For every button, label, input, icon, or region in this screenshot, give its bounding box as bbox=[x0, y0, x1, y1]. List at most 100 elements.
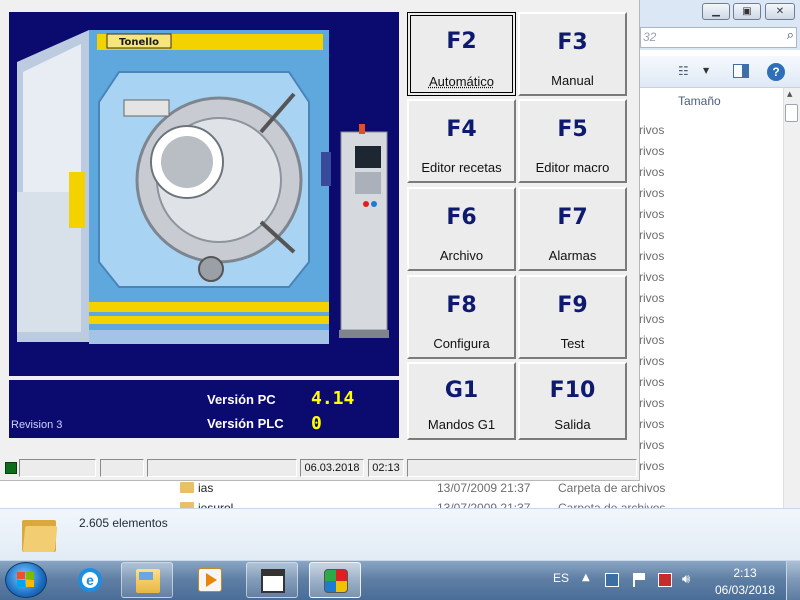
taskbar-media-player[interactable] bbox=[184, 562, 236, 598]
taskbar-file-explorer[interactable] bbox=[121, 562, 173, 598]
minimize-button[interactable]: ▁ bbox=[702, 3, 730, 20]
item-count: 2.605 elementos bbox=[79, 516, 168, 530]
button-label: Test bbox=[560, 336, 585, 351]
search-input[interactable]: 32 bbox=[640, 27, 797, 48]
f6-archivo-button[interactable]: F6 Archivo bbox=[407, 187, 516, 271]
show-hidden-icons-arrow-icon[interactable]: ▲ bbox=[582, 572, 590, 583]
f3-manual-button[interactable]: F3 Manual bbox=[518, 12, 627, 96]
f5-editor-macro-button[interactable]: F5 Editor macro bbox=[518, 99, 627, 183]
file-type-cell: rivos bbox=[639, 333, 665, 347]
vertical-scrollbar[interactable] bbox=[783, 88, 800, 508]
version-plc-label: Versión PLC bbox=[207, 416, 284, 431]
button-label: Mandos G1 bbox=[427, 417, 496, 432]
file-type-cell: rivos bbox=[639, 417, 665, 431]
show-desktop-button[interactable] bbox=[786, 561, 800, 600]
search-icon[interactable]: ⌕ bbox=[787, 28, 794, 43]
machine-image: Tonello bbox=[9, 12, 399, 376]
button-key: F4 bbox=[446, 117, 477, 142]
status-time: 02:13 bbox=[368, 459, 404, 477]
button-key: F8 bbox=[446, 293, 477, 318]
button-label: Editor macro bbox=[535, 160, 610, 175]
status-cell-1 bbox=[19, 459, 96, 477]
file-type-cell: rivos bbox=[639, 459, 665, 473]
change-view-icon[interactable]: ☷ bbox=[678, 64, 689, 78]
status-cell-2 bbox=[100, 459, 144, 477]
revision-label: Revision 3 bbox=[11, 419, 63, 431]
button-label: Salida bbox=[554, 417, 591, 432]
status-date: 06.03.2018 bbox=[300, 459, 364, 477]
file-type-cell: rivos bbox=[639, 123, 665, 137]
button-key: F6 bbox=[446, 205, 477, 230]
file-type-cell: rivos bbox=[639, 249, 665, 263]
file-type-cell: rivos bbox=[639, 375, 665, 389]
file-type-cell: rivos bbox=[639, 228, 665, 242]
f9-test-button[interactable]: F9 Test bbox=[518, 275, 627, 359]
file-name: ias bbox=[198, 481, 214, 495]
scroll-thumb[interactable] bbox=[785, 104, 798, 122]
version-pc-value: 4.14 bbox=[311, 388, 355, 409]
f4-editor-recetas-button[interactable]: F4 Editor recetas bbox=[407, 99, 516, 183]
file-type-cell: rivos bbox=[639, 396, 665, 410]
button-label: Automático bbox=[428, 74, 495, 89]
file-type-cell: rivos bbox=[639, 186, 665, 200]
file-type: Carpeta de archivos bbox=[558, 481, 666, 495]
internet-explorer-icon: e bbox=[78, 568, 102, 592]
g1-mandos-button[interactable]: G1 Mandos G1 bbox=[407, 362, 516, 440]
f2-automatico-button[interactable]: F2 Automático bbox=[407, 12, 516, 96]
maximize-button[interactable]: ▣ bbox=[733, 3, 761, 20]
version-plc-value: 0 bbox=[311, 413, 322, 434]
file-type-cell: rivos bbox=[639, 144, 665, 158]
volume-icon[interactable]: 🔊︎ bbox=[682, 573, 696, 587]
status-cell-4 bbox=[407, 459, 637, 477]
chevron-down-icon[interactable]: ▼ bbox=[703, 66, 709, 75]
file-type-cell: rivos bbox=[639, 438, 665, 452]
button-key: F10 bbox=[549, 378, 596, 403]
start-button[interactable] bbox=[5, 562, 47, 598]
language-indicator[interactable]: ES bbox=[553, 571, 569, 585]
file-type-cell: rivos bbox=[639, 354, 665, 368]
status-bar: 06.03.2018 02:13 bbox=[2, 459, 638, 477]
file-row[interactable]: ias 13/07/2009 21:37 Carpeta de archivos bbox=[160, 479, 783, 499]
windows-logo-icon bbox=[17, 572, 35, 589]
scroll-up-arrow-icon[interactable]: ▲ bbox=[787, 90, 792, 98]
button-label: Archivo bbox=[439, 248, 484, 263]
button-key: G1 bbox=[444, 378, 479, 403]
clock-time[interactable]: 2:13 bbox=[705, 566, 785, 580]
taskbar-internet-explorer[interactable]: e bbox=[64, 562, 116, 598]
machine-brand-label: Tonello bbox=[119, 37, 159, 48]
f7-alarmas-button[interactable]: F7 Alarmas bbox=[518, 187, 627, 271]
network-warning-icon[interactable] bbox=[658, 573, 672, 587]
tonello-app-window: Tonello Revision 3 Versión PC 4.14 Versi… bbox=[0, 0, 640, 481]
button-key: F2 bbox=[446, 29, 477, 54]
f10-salida-button[interactable]: F10 Salida bbox=[518, 362, 627, 440]
close-button[interactable]: ✕ bbox=[765, 3, 795, 20]
search-area: 32 ⌕ bbox=[640, 26, 800, 50]
preview-pane-icon[interactable] bbox=[733, 64, 749, 78]
button-key: F9 bbox=[557, 293, 588, 318]
network-monitor-icon[interactable] bbox=[605, 573, 619, 587]
window-icon bbox=[261, 569, 285, 593]
status-led-icon bbox=[5, 462, 17, 474]
f8-configura-button[interactable]: F8 Configura bbox=[407, 275, 516, 359]
button-label: Alarmas bbox=[548, 248, 597, 263]
status-cell-3 bbox=[147, 459, 297, 477]
file-type-cell: rivos bbox=[639, 291, 665, 305]
version-panel: Revision 3 Versión PC 4.14 Versión PLC 0 bbox=[9, 380, 399, 438]
media-player-icon bbox=[198, 568, 222, 592]
file-type-cell: rivos bbox=[639, 270, 665, 284]
taskbar-window[interactable] bbox=[246, 562, 298, 598]
action-center-flag-icon[interactable] bbox=[633, 573, 647, 587]
file-explorer-icon bbox=[136, 569, 160, 593]
clock-date[interactable]: 06/03/2018 bbox=[705, 583, 785, 597]
taskbar-tonello-app[interactable] bbox=[309, 562, 361, 598]
folder-icon bbox=[180, 482, 194, 493]
file-type-cell: rivos bbox=[639, 207, 665, 221]
button-label: Manual bbox=[551, 73, 594, 88]
file-type-cell: rivos bbox=[639, 312, 665, 326]
taskbar bbox=[0, 560, 800, 600]
button-label: Configura bbox=[433, 336, 490, 351]
column-header-size[interactable]: Tamaño bbox=[678, 94, 721, 108]
help-icon[interactable]: ? bbox=[767, 63, 785, 81]
tonello-app-icon bbox=[324, 569, 348, 593]
button-key: F5 bbox=[557, 117, 588, 142]
